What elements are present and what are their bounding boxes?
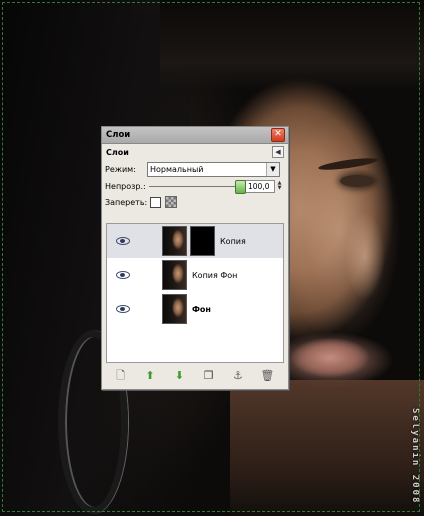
tab-label: Слои — [106, 147, 129, 157]
layer-row[interactable]: Фон — [107, 292, 283, 326]
opacity-slider[interactable] — [149, 179, 246, 194]
layer-name: Фон — [192, 304, 211, 314]
layers-list: Копия Копия Фон Фон — [106, 223, 284, 363]
spin-arrows-icon[interactable]: ▲ ▼ — [276, 181, 283, 191]
dialog-title: Слои — [106, 130, 131, 140]
opacity-input[interactable]: 100,0 — [245, 179, 275, 193]
layer-thumbnail — [162, 260, 187, 290]
anchor-layer-icon[interactable]: ⚓ — [231, 369, 245, 383]
mode-select[interactable]: Нормальный ▼ — [147, 161, 280, 177]
layer-name: Копия Фон — [192, 270, 238, 280]
layer-thumbnail — [162, 294, 187, 324]
opacity-slider-handle[interactable] — [235, 179, 246, 194]
tab-menu-icon[interactable]: ◀ — [272, 146, 284, 158]
eye-icon[interactable] — [116, 305, 130, 313]
lock-row: Запереть: — [102, 194, 288, 210]
dialog-titlebar[interactable]: Слои ✕ — [102, 127, 288, 144]
opacity-label: Непрозр.: — [105, 181, 146, 191]
raise-layer-icon[interactable]: ⬆ — [143, 369, 157, 383]
photo-hair-top — [160, 0, 424, 90]
lock-label: Запереть: — [105, 197, 148, 207]
eye-icon[interactable] — [116, 237, 130, 245]
mode-label: Режим: — [105, 164, 136, 174]
photo-lips — [290, 335, 370, 380]
mode-row: Режим: Нормальный ▼ — [102, 160, 288, 178]
lock-alpha-icon[interactable] — [165, 196, 178, 208]
photo-neck — [230, 380, 424, 516]
layer-row[interactable]: Копия Фон — [107, 258, 283, 292]
mode-value: Нормальный — [150, 164, 204, 174]
close-button[interactable]: ✕ — [271, 128, 285, 142]
photo-eye — [340, 175, 374, 187]
lock-pixels-checkbox[interactable] — [150, 196, 162, 208]
dialog-header: Слои ◀ — [102, 144, 288, 160]
opacity-row: Непрозр.: 100,0 ▲ ▼ — [102, 178, 288, 194]
duplicate-layer-icon[interactable]: ❐ — [202, 369, 216, 383]
delete-layer-icon[interactable]: 🗑 — [260, 369, 274, 383]
photo-nose — [345, 190, 395, 300]
layer-name: Копия — [220, 236, 246, 246]
eye-icon[interactable] — [116, 271, 130, 279]
watermark-text: Selyanin 2008 — [410, 408, 420, 505]
layers-button-bar: 🗋 ⬆ ⬇ ❐ ⚓ 🗑 — [106, 367, 282, 385]
layers-dialog: Слои ✕ Слои ◀ Режим: Нормальный ▼ Непроз… — [101, 126, 289, 390]
layer-thumbnail — [162, 226, 187, 256]
chevron-down-icon[interactable]: ▼ — [266, 162, 279, 176]
layer-mask-thumbnail[interactable] — [190, 226, 215, 256]
layer-row[interactable]: Копия — [107, 224, 283, 258]
lower-layer-icon[interactable]: ⬇ — [172, 369, 186, 383]
new-layer-icon[interactable]: 🗋 — [114, 369, 128, 383]
